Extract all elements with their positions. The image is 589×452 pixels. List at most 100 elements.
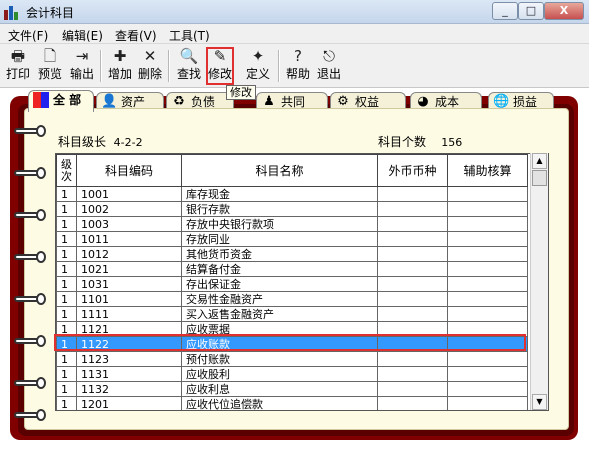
cell-auxiliary[interactable] [447, 231, 528, 247]
add-button[interactable]: ✚ 增加 [104, 46, 136, 86]
cell-name[interactable]: 应收股利 [181, 366, 378, 382]
cell-level[interactable]: 1 [56, 231, 77, 247]
cell-name[interactable]: 银行存款 [181, 201, 378, 217]
cell-auxiliary[interactable] [447, 366, 528, 382]
cell-currency[interactable] [377, 246, 448, 262]
cell-auxiliary[interactable] [447, 246, 528, 262]
cell-currency[interactable] [377, 396, 448, 410]
scroll-up-arrow[interactable]: ▲ [532, 153, 547, 169]
scroll-thumb[interactable] [532, 170, 547, 186]
vertical-scrollbar[interactable]: ▲ ▼ [530, 153, 548, 410]
table-row[interactable]: 1 1012 其他货币资金 [56, 246, 528, 262]
cell-auxiliary[interactable] [447, 261, 528, 277]
cell-currency[interactable] [377, 381, 448, 397]
cell-currency[interactable] [377, 306, 448, 322]
cell-code[interactable]: 1011 [76, 231, 182, 247]
cell-auxiliary[interactable] [447, 396, 528, 410]
menu-file[interactable]: 文件(F) [8, 27, 48, 44]
cell-level[interactable]: 1 [56, 246, 77, 262]
table-row[interactable]: 1 1123 预付账款 [56, 351, 528, 367]
cell-auxiliary[interactable] [447, 351, 528, 367]
cell-code[interactable]: 1002 [76, 201, 182, 217]
cell-currency[interactable] [377, 216, 448, 232]
accounts-grid[interactable]: 级次 科目编码 科目名称 外币币种 辅助核算 1 1001 库存现金 1 1002 银行存… [55, 153, 549, 411]
cell-level[interactable]: 1 [56, 306, 77, 322]
cell-currency[interactable] [377, 261, 448, 277]
cell-code[interactable]: 1021 [76, 261, 182, 277]
cell-code[interactable]: 1111 [76, 306, 182, 322]
maximize-button[interactable]: □ [518, 2, 544, 20]
cell-level[interactable]: 1 [56, 276, 77, 292]
help-button[interactable]: ? 帮助 [282, 46, 314, 86]
cell-code[interactable]: 1031 [76, 276, 182, 292]
cell-level[interactable]: 1 [56, 291, 77, 307]
table-row[interactable]: 1 1021 结算备付金 [56, 261, 528, 277]
cell-code[interactable]: 1001 [76, 186, 182, 202]
cell-auxiliary[interactable] [447, 216, 528, 232]
delete-button[interactable]: ✕ 删除 [134, 46, 166, 86]
cell-level[interactable]: 1 [56, 396, 77, 410]
cell-auxiliary[interactable] [447, 306, 528, 322]
cell-name[interactable]: 库存现金 [181, 186, 378, 202]
cell-level[interactable]: 1 [56, 381, 77, 397]
cell-name[interactable]: 应收利息 [181, 381, 378, 397]
find-button[interactable]: 🔍 查找 [173, 46, 205, 86]
table-row[interactable]: 1 1132 应收利息 [56, 381, 528, 397]
menu-view[interactable]: 查看(V) [115, 27, 157, 44]
cell-name[interactable]: 其他货币资金 [181, 246, 378, 262]
cell-currency[interactable] [377, 201, 448, 217]
cell-code[interactable]: 1123 [76, 351, 182, 367]
minimize-button[interactable]: _ [492, 2, 518, 20]
preview-button[interactable]: 🗋 预览 [34, 46, 66, 86]
print-button[interactable]: 🖶 打印 [2, 46, 34, 86]
cell-code[interactable]: 1131 [76, 366, 182, 382]
cell-currency[interactable] [377, 351, 448, 367]
menu-edit[interactable]: 编辑(E) [62, 27, 103, 44]
cell-level[interactable]: 1 [56, 201, 77, 217]
tab-all[interactable]: 全 部 [28, 90, 94, 112]
table-row[interactable]: 1 1131 应收股利 [56, 366, 528, 382]
cell-name[interactable]: 存出保证金 [181, 276, 378, 292]
cell-auxiliary[interactable] [447, 276, 528, 292]
cell-level[interactable]: 1 [56, 216, 77, 232]
cell-code[interactable]: 1003 [76, 216, 182, 232]
cell-currency[interactable] [377, 291, 448, 307]
cell-auxiliary[interactable] [447, 291, 528, 307]
table-row[interactable]: 1 1002 银行存款 [56, 201, 528, 217]
table-row[interactable]: 1 1001 库存现金 [56, 186, 528, 202]
cell-auxiliary[interactable] [447, 201, 528, 217]
close-button[interactable]: X [544, 2, 584, 20]
cell-currency[interactable] [377, 276, 448, 292]
cell-currency[interactable] [377, 366, 448, 382]
cell-name[interactable]: 结算备付金 [181, 261, 378, 277]
table-row[interactable]: 1 1111 买入返售金融资产 [56, 306, 528, 322]
scroll-down-arrow[interactable]: ▼ [532, 394, 547, 410]
cell-level[interactable]: 1 [56, 186, 77, 202]
cell-name[interactable]: 交易性金融资产 [181, 291, 378, 307]
table-row[interactable]: 1 1011 存放同业 [56, 231, 528, 247]
table-row[interactable]: 1 1031 存出保证金 [56, 276, 528, 292]
cell-name[interactable]: 存放同业 [181, 231, 378, 247]
cell-level[interactable]: 1 [56, 351, 77, 367]
table-row[interactable]: 1 1101 交易性金融资产 [56, 291, 528, 307]
cell-code[interactable]: 1132 [76, 381, 182, 397]
export-button[interactable]: ⇥ 输出 [66, 46, 98, 86]
cell-code[interactable]: 1101 [76, 291, 182, 307]
cell-name[interactable]: 买入返售金融资产 [181, 306, 378, 322]
column-header-auxiliary[interactable]: 辅助核算 [447, 154, 528, 187]
column-header-name[interactable]: 科目名称 [181, 154, 378, 187]
cell-level[interactable]: 1 [56, 366, 77, 382]
exit-button[interactable]: ⎋ 退出 [313, 46, 345, 86]
define-button[interactable]: ✦ 定义 [242, 46, 274, 86]
cell-name[interactable]: 预付账款 [181, 351, 378, 367]
column-header-currency[interactable]: 外币币种 [377, 154, 448, 187]
cell-currency[interactable] [377, 186, 448, 202]
cell-name[interactable]: 应收代位追偿款 [181, 396, 378, 410]
table-row[interactable]: 1 1003 存放中央银行款项 [56, 216, 528, 232]
table-row[interactable]: 1 1201 应收代位追偿款 [56, 396, 528, 410]
menu-tools[interactable]: 工具(T) [169, 27, 210, 44]
cell-name[interactable]: 存放中央银行款项 [181, 216, 378, 232]
cell-level[interactable]: 1 [56, 261, 77, 277]
cell-code[interactable]: 1201 [76, 396, 182, 410]
cell-currency[interactable] [377, 231, 448, 247]
